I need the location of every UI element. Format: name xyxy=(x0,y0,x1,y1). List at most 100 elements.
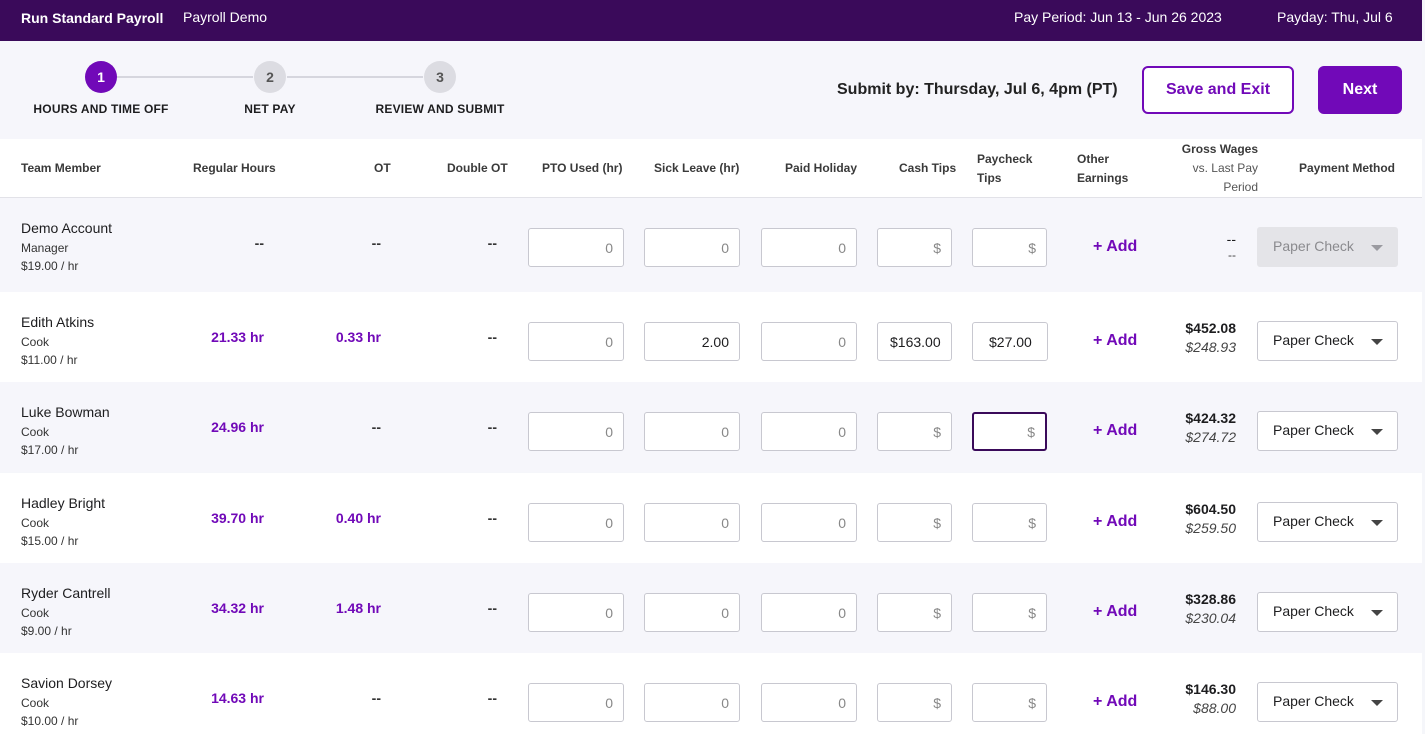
step-label: REVIEW AND SUBMIT xyxy=(375,102,505,116)
col-double-ot: Double OT xyxy=(447,161,508,175)
pto-used-input[interactable] xyxy=(528,322,624,361)
paycheck-tips-input[interactable] xyxy=(972,593,1047,632)
ot-value: 1.48 hr xyxy=(335,600,381,616)
regular-hours-value: 14.63 hr xyxy=(211,690,264,706)
cash-tips-input[interactable] xyxy=(877,228,952,267)
gross-wages-value: $452.08 xyxy=(1185,320,1236,336)
col-paycheck-tips-line2: Tips xyxy=(977,171,1002,185)
cash-tips-input[interactable] xyxy=(877,593,952,632)
add-other-earnings-link[interactable]: + Add xyxy=(1093,332,1137,350)
sick-leave-input[interactable] xyxy=(644,593,740,632)
pto-used-input[interactable] xyxy=(528,228,624,267)
payment-method-select[interactable]: Paper Check xyxy=(1257,592,1398,632)
cash-tips-input[interactable] xyxy=(877,683,952,722)
paycheck-tips-input[interactable] xyxy=(972,322,1048,361)
employee-name: Demo Account xyxy=(21,220,113,236)
col-gross-wages-line1: Gross Wages xyxy=(1181,142,1258,156)
paycheck-tips-input[interactable] xyxy=(972,228,1047,267)
save-and-exit-button[interactable]: Save and Exit xyxy=(1142,66,1294,114)
col-payment-method: Payment Method xyxy=(1299,161,1396,175)
pto-used-input[interactable] xyxy=(528,593,624,632)
table-row: Ryder Cantrell Cook $9.00 / hr 34.32 hr … xyxy=(0,563,1422,653)
payment-method-value: Paper Check xyxy=(1273,693,1354,709)
col-regular-hours: Regular Hours xyxy=(193,161,276,175)
gross-wages-value: $328.86 xyxy=(1185,591,1236,607)
submit-deadline: Submit by: Thursday, Jul 6, 4pm (PT) xyxy=(837,81,1118,98)
step-number: 1 xyxy=(85,61,117,93)
gross-wages-value: $424.32 xyxy=(1185,410,1236,426)
stepper-bar: 1 HOURS AND TIME OFF 2 NET PAY 3 REVIEW … xyxy=(0,41,1422,139)
payment-method-select[interactable]: Paper Check xyxy=(1257,502,1398,542)
chevron-down-icon xyxy=(1371,610,1383,616)
col-gross-wages: Gross Wages vs. Last Pay Period xyxy=(1182,140,1258,197)
add-other-earnings-link[interactable]: + Add xyxy=(1093,238,1137,256)
step-label: HOURS AND TIME OFF xyxy=(33,102,169,116)
regular-hours-value: 34.32 hr xyxy=(211,600,264,616)
gross-wages-value: $604.50 xyxy=(1185,501,1236,517)
gross-wages-last-period: $230.04 xyxy=(1185,610,1236,626)
employee-rate: $10.00 / hr xyxy=(21,714,79,728)
employee-role: Manager xyxy=(21,241,69,255)
paid-holiday-input[interactable] xyxy=(761,322,857,361)
gross-wages-last-period: $259.50 xyxy=(1185,520,1236,536)
chevron-down-icon xyxy=(1371,245,1383,251)
col-gross-wages-line2: vs. Last Pay xyxy=(1192,161,1258,175)
cash-tips-input[interactable] xyxy=(877,503,952,542)
cash-tips-input[interactable] xyxy=(877,322,952,361)
page-title: Run Standard Payroll xyxy=(21,10,164,26)
employee-role: Cook xyxy=(21,696,50,710)
sick-leave-input[interactable] xyxy=(644,322,740,361)
paycheck-tips-input[interactable] xyxy=(972,683,1047,722)
chevron-down-icon xyxy=(1371,520,1383,526)
payment-method-select[interactable]: Paper Check xyxy=(1257,321,1398,361)
paid-holiday-input[interactable] xyxy=(761,412,857,451)
paid-holiday-input[interactable] xyxy=(761,683,857,722)
paycheck-tips-input[interactable] xyxy=(972,412,1047,451)
double-ot-value: -- xyxy=(487,600,497,616)
add-other-earnings-link[interactable]: + Add xyxy=(1093,693,1137,711)
table-row: Luke Bowman Cook $17.00 / hr 24.96 hr --… xyxy=(0,382,1422,472)
cash-tips-input[interactable] xyxy=(877,412,952,451)
step-label: NET PAY xyxy=(244,102,296,116)
col-ot: OT xyxy=(374,161,391,175)
pto-used-input[interactable] xyxy=(528,503,624,542)
table-row: Hadley Bright Cook $15.00 / hr 39.70 hr … xyxy=(0,473,1422,563)
payment-method-value: Paper Check xyxy=(1273,603,1354,619)
ot-value: -- xyxy=(371,235,381,251)
double-ot-value: -- xyxy=(487,329,497,345)
gross-wages-last-period: -- xyxy=(1228,248,1236,262)
next-button[interactable]: Next xyxy=(1318,66,1402,114)
regular-hours-value: -- xyxy=(254,235,264,251)
add-other-earnings-link[interactable]: + Add xyxy=(1093,603,1137,621)
gross-wages-last-period: $248.93 xyxy=(1185,339,1236,355)
pay-period: Pay Period: Jun 13 - Jun 26 2023 xyxy=(1014,9,1222,25)
pto-used-input[interactable] xyxy=(528,683,624,722)
pto-used-input[interactable] xyxy=(528,412,624,451)
col-paid-holiday: Paid Holiday xyxy=(785,161,858,175)
top-bar: Run Standard Payroll Payroll Demo Pay Pe… xyxy=(0,0,1422,41)
employee-rate: $9.00 / hr xyxy=(21,624,72,638)
table-row: Savion Dorsey Cook $10.00 / hr 14.63 hr … xyxy=(0,653,1422,734)
ot-value: -- xyxy=(371,690,381,706)
add-other-earnings-link[interactable]: + Add xyxy=(1093,513,1137,531)
payment-method-select[interactable]: Paper Check xyxy=(1257,411,1398,451)
regular-hours-value: 24.96 hr xyxy=(211,419,264,435)
table-header: Team Member Regular Hours OT Double OT P… xyxy=(0,139,1422,198)
step-review-and-submit[interactable]: 3 REVIEW AND SUBMIT xyxy=(350,61,530,116)
ot-value: -- xyxy=(371,419,381,435)
col-other-earnings: Other Earnings xyxy=(1077,150,1128,188)
sick-leave-input[interactable] xyxy=(644,683,740,722)
sick-leave-input[interactable] xyxy=(644,412,740,451)
col-pto-used: PTO Used (hr) xyxy=(542,161,623,175)
sick-leave-input[interactable] xyxy=(644,228,740,267)
paid-holiday-input[interactable] xyxy=(761,228,857,267)
step-net-pay[interactable]: 2 NET PAY xyxy=(180,61,360,116)
payment-method-select[interactable]: Paper Check xyxy=(1257,682,1398,722)
paid-holiday-input[interactable] xyxy=(761,593,857,632)
employee-role: Cook xyxy=(21,606,50,620)
add-other-earnings-link[interactable]: + Add xyxy=(1093,422,1137,440)
paycheck-tips-input[interactable] xyxy=(972,503,1047,542)
step-hours-and-time-off[interactable]: 1 HOURS AND TIME OFF xyxy=(11,61,191,116)
sick-leave-input[interactable] xyxy=(644,503,740,542)
paid-holiday-input[interactable] xyxy=(761,503,857,542)
